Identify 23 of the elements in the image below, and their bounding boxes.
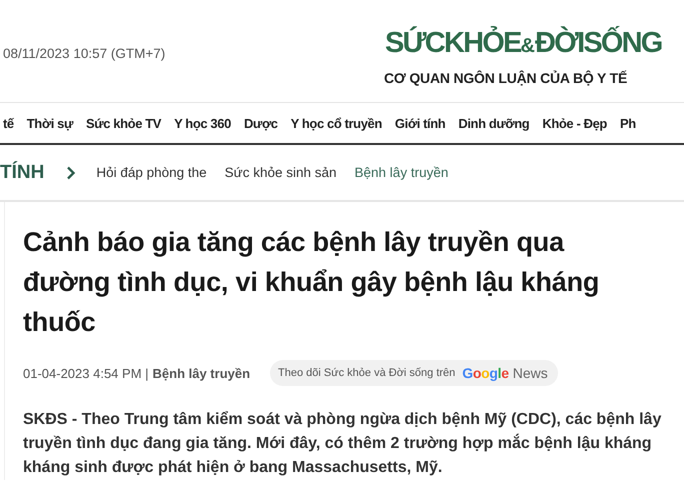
nav-link[interactable]: Dinh dưỡng — [452, 116, 536, 130]
category-link[interactable]: Bệnh lây truyền — [152, 366, 250, 380]
article-lead: SKĐS - Theo Trung tâm kiểm soát và phòng ngừa dịch bệnh Mỹ (CDC), các bệnh lây truyền tình dục đang gia tăng. Mới đây, có thêm 2 trường hợp mắc bệnh lậu kháng kháng sinh được phát hiện ở bang Massachusetts, Mỹ. — [23, 410, 662, 478]
nav-link[interactable]: Ph — [613, 116, 642, 130]
google-news-button[interactable]: Theo dõi Sức khỏe và Đời sống trên Google News — [270, 360, 558, 386]
nav-link[interactable]: Thời sự — [20, 116, 80, 130]
subcategory-link[interactable]: Hỏi đáp phòng the — [96, 165, 207, 180]
nav-link[interactable]: Giới tính — [388, 116, 452, 130]
nav-link[interactable]: tế — [0, 116, 20, 130]
subcategory-link[interactable]: Bệnh lây truyền — [354, 165, 448, 180]
date-time: 08/11/2023 10:57 (GTM+7) — [3, 46, 166, 60]
chevron-right-icon — [66, 166, 76, 180]
site-logo[interactable]: SỨCKHỎE&ĐỜISỐNG — [385, 22, 662, 66]
article-title: Cảnh báo gia tăng các bệnh lây truyền qua đường tình dục, vi khuẩn gây bệnh lậu kháng thuốc — [23, 226, 600, 339]
section-title[interactable]: TÍNH — [0, 162, 44, 184]
nav-link[interactable]: Khỏe - Đẹp — [536, 116, 614, 130]
nav-link[interactable]: Y học cổ truyền — [284, 116, 388, 130]
nav-link[interactable]: Y học 360 — [168, 116, 238, 130]
publish-date: 01-04-2023 4:54 PM | — [23, 366, 149, 380]
nav-link[interactable]: Dược — [237, 116, 284, 130]
nav-link[interactable]: Sức khỏe TV — [79, 116, 168, 130]
logo-tagline: CƠ QUAN NGÔN LUẬN CỦA BỘ Y TẾ — [384, 70, 628, 86]
subcategory-link[interactable]: Sức khỏe sinh sản — [224, 165, 337, 180]
